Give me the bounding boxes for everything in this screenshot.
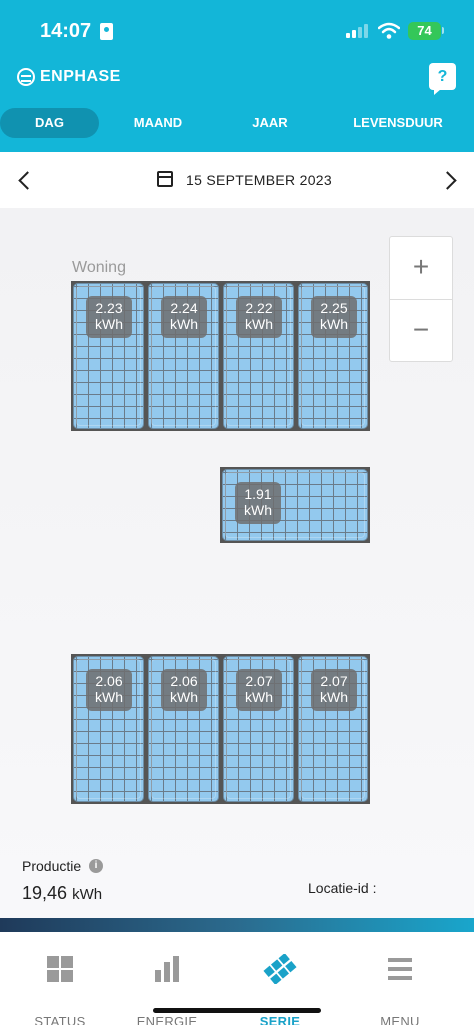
panel-array-bottom: 2.06 kWh 2.06 kWh 2.07 kWh 2.07 kWh bbox=[71, 654, 370, 804]
solar-panel[interactable]: 2.23 kWh bbox=[73, 283, 144, 429]
zoom-out-button[interactable]: − bbox=[390, 300, 452, 362]
panel-array-top: 2.23 kWh 2.24 kWh 2.22 kWh 2.25 kWh bbox=[71, 281, 370, 431]
panel-energy-unit: kWh bbox=[95, 316, 123, 332]
tab-maand[interactable]: MAAND bbox=[108, 108, 208, 138]
nav-serie-label: SERIE bbox=[259, 1014, 301, 1025]
panel-energy-badge: 2.22 kWh bbox=[236, 296, 282, 338]
tab-dag[interactable]: DAG bbox=[0, 108, 99, 138]
brand-logo-text: ENPHASE bbox=[40, 68, 121, 85]
nav-energie-label: ENERGIE bbox=[136, 1014, 198, 1025]
menu-icon bbox=[387, 956, 413, 982]
production-summary: Productie i 19,46 kWh Locatie-id : bbox=[0, 848, 474, 918]
solar-panel[interactable]: 2.06 kWh bbox=[148, 656, 219, 802]
enphase-logo-icon bbox=[17, 68, 35, 86]
production-label: Productie bbox=[22, 858, 82, 874]
cellular-signal-icon bbox=[346, 24, 372, 38]
tab-jaar[interactable]: JAAR bbox=[220, 108, 320, 138]
panel-energy-unit: kWh bbox=[95, 689, 123, 705]
next-day-button[interactable] bbox=[436, 166, 464, 194]
help-button[interactable]: ? bbox=[429, 63, 456, 95]
nav-menu-label: MENU bbox=[380, 1014, 420, 1025]
brand-bar: ENPHASE ? bbox=[0, 60, 474, 100]
grid-icon bbox=[47, 956, 73, 982]
panel-energy-value: 2.23 bbox=[95, 300, 123, 316]
solar-panel[interactable]: 2.06 kWh bbox=[73, 656, 144, 802]
solar-panel[interactable]: 2.07 kWh bbox=[298, 656, 368, 802]
nav-serie[interactable]: SERIE bbox=[235, 954, 325, 1025]
nav-menu[interactable]: MENU bbox=[355, 956, 445, 1025]
solar-panel[interactable]: 2.07 kWh bbox=[223, 656, 294, 802]
info-icon[interactable]: i bbox=[89, 859, 103, 873]
solar-panel-icon bbox=[263, 954, 297, 984]
tab-levensduur[interactable]: LEVENSDUUR bbox=[340, 108, 456, 138]
period-tabs: DAG MAAND JAAR LEVENSDUUR bbox=[0, 108, 474, 138]
location-id-label: Locatie-id : bbox=[308, 880, 377, 896]
panel-energy-unit: kWh bbox=[170, 689, 198, 705]
production-number: 19,46 bbox=[22, 883, 68, 903]
panel-energy-value: 2.25 bbox=[320, 300, 348, 316]
panel-energy-value: 2.07 bbox=[320, 673, 348, 689]
panel-energy-unit: kWh bbox=[245, 316, 273, 332]
solar-panel[interactable]: 2.25 kWh bbox=[298, 283, 368, 429]
panel-energy-value: 2.06 bbox=[170, 673, 198, 689]
wifi-icon bbox=[378, 22, 400, 39]
nav-status-label: STATUS bbox=[34, 1014, 86, 1025]
zoom-control: + − bbox=[389, 236, 453, 362]
panel-energy-unit: kWh bbox=[170, 316, 198, 332]
calendar-icon[interactable] bbox=[157, 171, 173, 187]
production-unit: kWh bbox=[72, 886, 103, 903]
panel-energy-badge: 2.06 kWh bbox=[161, 669, 207, 711]
panel-energy-badge: 2.06 kWh bbox=[86, 669, 132, 711]
battery-icon: 74 bbox=[408, 22, 441, 40]
array-map[interactable]: Woning + − 2.23 kWh 2.24 kWh 2.22 kWh 2.… bbox=[0, 208, 474, 918]
solar-panel[interactable]: 2.24 kWh bbox=[148, 283, 219, 429]
panel-array-middle: 1.91 kWh bbox=[220, 467, 370, 543]
home-indicator bbox=[153, 1008, 321, 1013]
bar-chart-icon bbox=[154, 956, 180, 982]
panel-energy-unit: kWh bbox=[320, 316, 348, 332]
panel-energy-unit: kWh bbox=[320, 689, 348, 705]
status-time: 14:07 bbox=[40, 20, 92, 42]
solar-panel[interactable]: 2.22 kWh bbox=[223, 283, 294, 429]
zoom-in-button[interactable]: + bbox=[390, 237, 452, 299]
array-group-label: Woning bbox=[72, 259, 126, 276]
panel-energy-value: 2.07 bbox=[245, 673, 273, 689]
production-value: 19,46 kWh bbox=[22, 883, 102, 904]
nav-status[interactable]: STATUS bbox=[15, 956, 105, 1025]
solar-panel[interactable]: 1.91 kWh bbox=[222, 469, 368, 541]
decorative-gradient-bar bbox=[0, 918, 474, 932]
panel-energy-value: 2.24 bbox=[170, 300, 198, 316]
panel-energy-badge: 2.25 kWh bbox=[311, 296, 357, 338]
previous-day-button[interactable] bbox=[10, 166, 38, 194]
panel-energy-badge: 2.24 kWh bbox=[161, 296, 207, 338]
panel-energy-value: 2.06 bbox=[95, 673, 123, 689]
panel-energy-badge: 2.07 kWh bbox=[236, 669, 282, 711]
date-navigator: 15 SEPTEMBER 2023 bbox=[0, 152, 474, 208]
panel-energy-value: 2.22 bbox=[245, 300, 273, 316]
status-bar: 14:07 74 bbox=[0, 0, 474, 60]
battery-tip bbox=[442, 27, 444, 34]
panel-energy-badge: 2.07 kWh bbox=[311, 669, 357, 711]
app-header: 14:07 74 ENPHASE ? DAG MAAND JAAR LEVENS… bbox=[0, 0, 474, 152]
panel-energy-unit: kWh bbox=[244, 502, 272, 518]
panel-energy-badge: 1.91 kWh bbox=[235, 482, 281, 524]
nav-energie[interactable]: ENERGIE bbox=[122, 956, 212, 1025]
panel-energy-value: 1.91 bbox=[244, 486, 272, 502]
panel-energy-badge: 2.23 kWh bbox=[86, 296, 132, 338]
panel-energy-unit: kWh bbox=[245, 689, 273, 705]
selected-date[interactable]: 15 SEPTEMBER 2023 bbox=[186, 172, 332, 188]
contact-card-icon bbox=[100, 23, 113, 40]
